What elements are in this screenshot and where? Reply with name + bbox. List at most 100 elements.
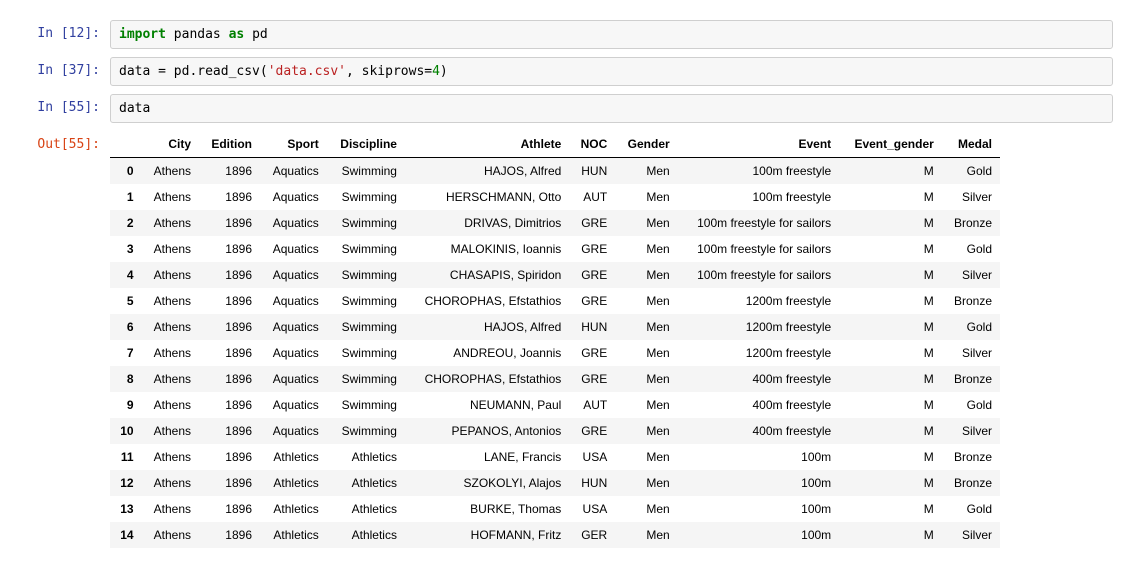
- row-index: 0: [110, 158, 142, 185]
- table-row: 12Athens1896AthleticsAthleticsSZOKOLYI, …: [110, 470, 1000, 496]
- output-cell-55: Out[55]: CityEditionSportDisciplineAthle…: [30, 131, 1113, 548]
- table-cell: Athletics: [327, 470, 405, 496]
- table-cell: Athens: [142, 184, 199, 210]
- table-cell: M: [839, 418, 942, 444]
- table-cell: M: [839, 210, 942, 236]
- table-cell: MALOKINIS, Ioannis: [405, 236, 569, 262]
- table-cell: 1896: [199, 184, 260, 210]
- table-cell: Gold: [942, 158, 1000, 185]
- table-cell: Swimming: [327, 184, 405, 210]
- code-input-55[interactable]: data: [110, 94, 1113, 123]
- table-row: 4Athens1896AquaticsSwimmingCHASAPIS, Spi…: [110, 262, 1000, 288]
- table-cell: Men: [615, 210, 677, 236]
- table-cell: M: [839, 184, 942, 210]
- table-cell: GER: [569, 522, 615, 548]
- table-cell: Swimming: [327, 314, 405, 340]
- prompt-in-37: In [37]:: [30, 57, 110, 84]
- table-cell: USA: [569, 496, 615, 522]
- table-cell: 400m freestyle: [678, 392, 840, 418]
- table-cell: Athens: [142, 340, 199, 366]
- table-cell: Swimming: [327, 236, 405, 262]
- table-cell: Athletics: [260, 522, 327, 548]
- table-row: 8Athens1896AquaticsSwimmingCHOROPHAS, Ef…: [110, 366, 1000, 392]
- table-row: 9Athens1896AquaticsSwimmingNEUMANN, Paul…: [110, 392, 1000, 418]
- table-row: 7Athens1896AquaticsSwimmingANDREOU, Joan…: [110, 340, 1000, 366]
- column-header: Event: [678, 131, 840, 158]
- table-cell: HOFMANN, Fritz: [405, 522, 569, 548]
- table-row: 2Athens1896AquaticsSwimmingDRIVAS, Dimit…: [110, 210, 1000, 236]
- table-cell: Silver: [942, 262, 1000, 288]
- row-index: 9: [110, 392, 142, 418]
- code-token: ): [440, 64, 448, 79]
- table-cell: 1896: [199, 340, 260, 366]
- table-cell: M: [839, 236, 942, 262]
- table-cell: M: [839, 262, 942, 288]
- row-index: 3: [110, 236, 142, 262]
- prompt-out-55: Out[55]:: [30, 131, 110, 158]
- table-cell: Bronze: [942, 210, 1000, 236]
- table-cell: M: [839, 444, 942, 470]
- table-cell: Aquatics: [260, 262, 327, 288]
- table-cell: Aquatics: [260, 366, 327, 392]
- table-cell: GRE: [569, 340, 615, 366]
- prompt-in-55: In [55]:: [30, 94, 110, 121]
- table-cell: Athens: [142, 418, 199, 444]
- table-cell: M: [839, 158, 942, 185]
- table-cell: USA: [569, 444, 615, 470]
- table-cell: Athletics: [260, 496, 327, 522]
- row-index: 14: [110, 522, 142, 548]
- table-cell: Aquatics: [260, 314, 327, 340]
- column-header: NOC: [569, 131, 615, 158]
- table-cell: Athens: [142, 444, 199, 470]
- table-cell: NEUMANN, Paul: [405, 392, 569, 418]
- table-cell: Bronze: [942, 444, 1000, 470]
- table-cell: GRE: [569, 210, 615, 236]
- table-cell: 100m freestyle for sailors: [678, 236, 840, 262]
- table-cell: Athens: [142, 158, 199, 185]
- table-cell: Athens: [142, 366, 199, 392]
- table-cell: Aquatics: [260, 158, 327, 185]
- table-cell: 1200m freestyle: [678, 314, 840, 340]
- table-cell: Aquatics: [260, 340, 327, 366]
- column-header: Edition: [199, 131, 260, 158]
- code-input-37[interactable]: data = pd.read_csv('data.csv', skiprows=…: [110, 57, 1113, 86]
- code-token: pandas: [166, 27, 229, 42]
- table-cell: Athens: [142, 210, 199, 236]
- table-cell: GRE: [569, 366, 615, 392]
- table-cell: Swimming: [327, 392, 405, 418]
- table-row: 5Athens1896AquaticsSwimmingCHOROPHAS, Ef…: [110, 288, 1000, 314]
- table-header-row: CityEditionSportDisciplineAthleteNOCGend…: [110, 131, 1000, 158]
- table-cell: Men: [615, 470, 677, 496]
- table-cell: CHASAPIS, Spiridon: [405, 262, 569, 288]
- table-cell: 100m: [678, 496, 840, 522]
- table-cell: Men: [615, 522, 677, 548]
- table-cell: GRE: [569, 262, 615, 288]
- code-token: 4: [432, 64, 440, 79]
- table-cell: Athens: [142, 470, 199, 496]
- code-token: data = pd.read_csv(: [119, 64, 268, 79]
- table-cell: Bronze: [942, 366, 1000, 392]
- table-cell: M: [839, 288, 942, 314]
- code-input-12[interactable]: import pandas as pd: [110, 20, 1113, 49]
- row-index: 11: [110, 444, 142, 470]
- table-cell: Gold: [942, 392, 1000, 418]
- table-cell: 1896: [199, 470, 260, 496]
- table-cell: Athletics: [327, 522, 405, 548]
- table-cell: M: [839, 340, 942, 366]
- row-index: 13: [110, 496, 142, 522]
- table-cell: Athens: [142, 288, 199, 314]
- code-cell-55: In [55]: data: [30, 94, 1113, 123]
- table-cell: Aquatics: [260, 418, 327, 444]
- table-cell: Swimming: [327, 340, 405, 366]
- table-cell: M: [839, 314, 942, 340]
- table-cell: M: [839, 470, 942, 496]
- table-cell: Aquatics: [260, 236, 327, 262]
- table-cell: Gold: [942, 496, 1000, 522]
- table-cell: 1896: [199, 392, 260, 418]
- table-cell: 1896: [199, 418, 260, 444]
- table-row: 6Athens1896AquaticsSwimmingHAJOS, Alfred…: [110, 314, 1000, 340]
- table-row: 11Athens1896AthleticsAthleticsLANE, Fran…: [110, 444, 1000, 470]
- code-token: import: [119, 27, 166, 42]
- table-cell: M: [839, 366, 942, 392]
- table-cell: GRE: [569, 288, 615, 314]
